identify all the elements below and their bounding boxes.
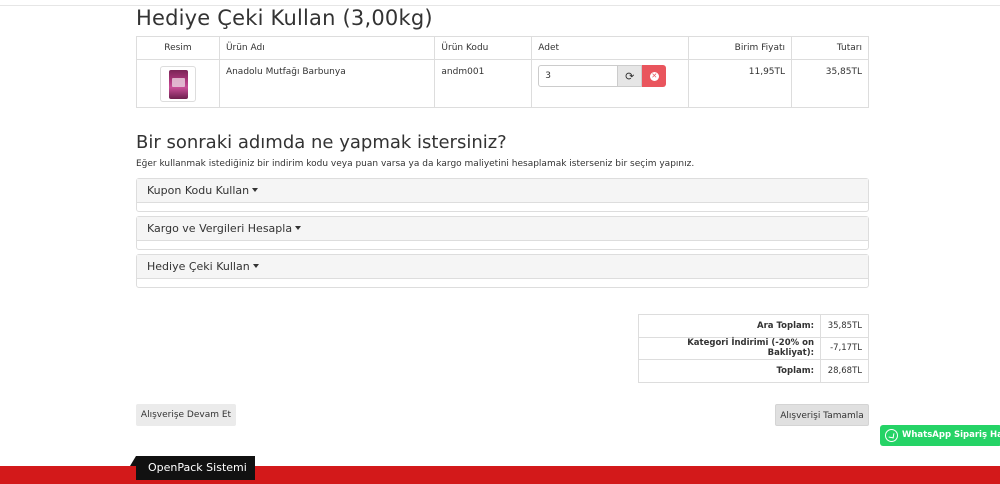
quantity-group: ⟳ ✕ [538, 65, 682, 87]
col-image-header: Resim [136, 36, 220, 60]
discount-label: Kategori İndirimi (-20% on Bakliyat): [638, 336, 821, 361]
refresh-icon: ⟳ [625, 69, 635, 83]
continue-shopping-button[interactable]: Alışverişe Devam Et [136, 404, 236, 426]
subtotal-label: Ara Toplam: [638, 314, 821, 338]
update-quantity-button[interactable]: ⟳ [618, 65, 643, 87]
quantity-input[interactable] [538, 65, 619, 87]
table-row: Anadolu Mutfağı Barbunya andm001 ⟳ ✕ 11,… [136, 59, 869, 108]
discount-value: -7,17TL [820, 336, 869, 361]
coupon-panel: Kupon Kodu Kullan [136, 178, 869, 212]
shipping-panel-label: Kargo ve Vergileri Hesapla [147, 222, 293, 235]
whatsapp-order-button[interactable]: WhatsApp Sipariş Hattı [880, 425, 1000, 446]
whatsapp-icon [885, 429, 898, 442]
next-step-title: Bir sonraki adımda ne yapmak istersiniz? [136, 132, 507, 153]
cart-table: Resim Ürün Adı Ürün Kodu Adet Birim Fiya… [136, 36, 869, 108]
totals-table: Ara Toplam: 35,85TL Kategori İndirimi (-… [638, 314, 869, 383]
footer-brand-label: OpenPack Sistemi [130, 456, 255, 480]
discount-row: Kategori İndirimi (-20% on Bakliyat): -7… [638, 336, 869, 361]
product-code: andm001 [434, 59, 533, 108]
caret-down-icon [252, 264, 259, 268]
gift-voucher-panel-label: Hediye Çeki Kullan [147, 260, 250, 273]
col-product-code-header: Ürün Kodu [434, 36, 533, 60]
coupon-panel-toggle[interactable]: Kupon Kodu Kullan [137, 179, 868, 203]
product-thumbnail[interactable] [160, 66, 196, 102]
next-step-description: Eğer kullanmak istediğiniz bir indirim k… [136, 159, 695, 169]
col-total-header: Tutarı [791, 36, 869, 60]
total-row: Toplam: 28,68TL [638, 359, 869, 383]
caret-down-icon [295, 226, 302, 230]
page-title: Hediye Çeki Kullan (3,00kg) [136, 6, 433, 30]
remove-icon: ✕ [649, 71, 659, 81]
unit-price: 11,95TL [688, 59, 793, 108]
checkout-button[interactable]: Alışverişi Tamamla [775, 404, 869, 426]
cart-header-row: Resim Ürün Adı Ürün Kodu Adet Birim Fiya… [136, 36, 869, 60]
product-image-cell [136, 59, 220, 108]
shipping-panel: Kargo ve Vergileri Hesapla [136, 216, 869, 250]
total-value: 28,68TL [820, 359, 869, 383]
col-product-name-header: Ürün Adı [218, 36, 436, 60]
gift-voucher-panel: Hediye Çeki Kullan [136, 254, 869, 288]
whatsapp-label: WhatsApp Sipariş Hattı [902, 430, 1000, 440]
product-name-cell: Anadolu Mutfağı Barbunya [218, 59, 436, 108]
gift-voucher-panel-toggle[interactable]: Hediye Çeki Kullan [137, 255, 868, 279]
col-quantity-header: Adet [531, 36, 690, 60]
col-unit-price-header: Birim Fiyatı [688, 36, 793, 60]
subtotal-value: 35,85TL [820, 314, 869, 338]
row-total: 35,85TL [791, 59, 869, 108]
quantity-cell: ⟳ ✕ [531, 59, 690, 108]
coupon-panel-label: Kupon Kodu Kullan [147, 184, 250, 197]
product-package-image [169, 70, 188, 99]
subtotal-row: Ara Toplam: 35,85TL [638, 314, 869, 338]
caret-down-icon [252, 188, 259, 192]
remove-item-button[interactable]: ✕ [642, 65, 667, 87]
total-label: Toplam: [638, 359, 821, 383]
shipping-panel-toggle[interactable]: Kargo ve Vergileri Hesapla [137, 217, 868, 241]
product-name-link[interactable]: Anadolu Mutfağı Barbunya [226, 67, 346, 77]
